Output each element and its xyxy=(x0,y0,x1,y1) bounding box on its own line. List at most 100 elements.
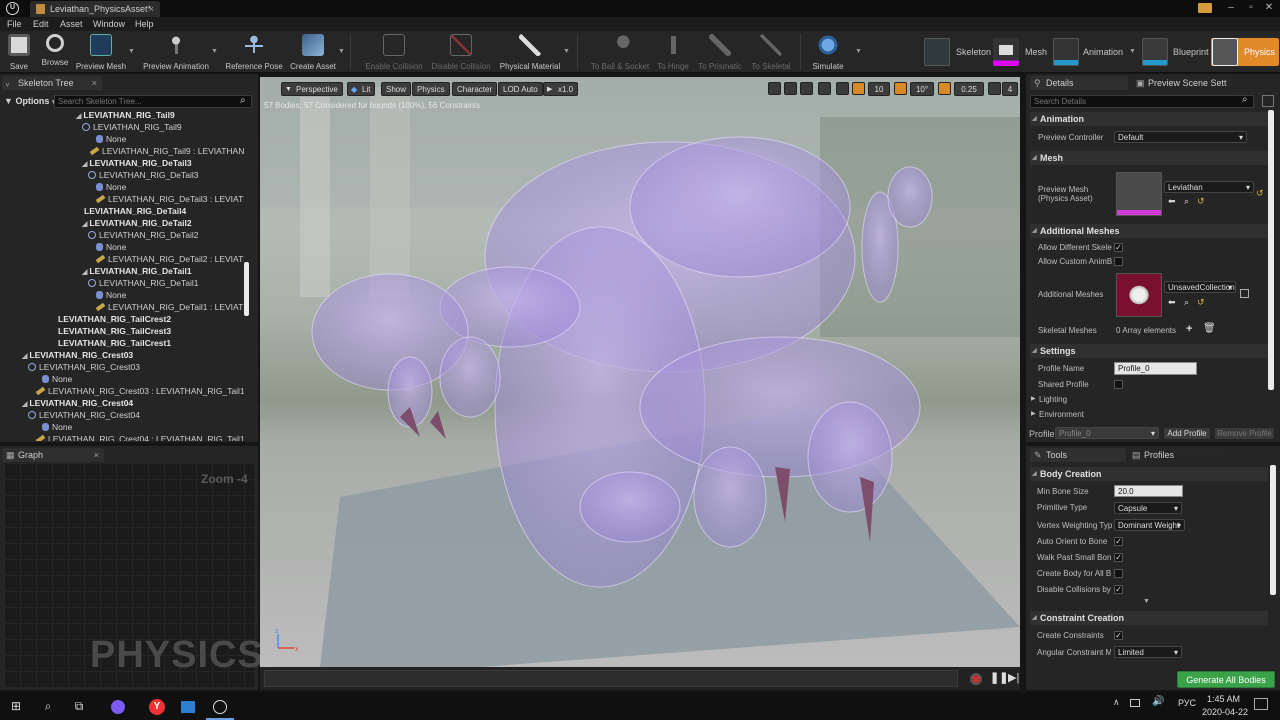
menu-window[interactable]: Window xyxy=(93,17,125,31)
mode-skeleton[interactable]: Skeleton xyxy=(922,38,992,66)
menu-help[interactable]: Help xyxy=(135,17,154,31)
tray-expand-icon[interactable]: ∧ xyxy=(1113,697,1120,708)
section-additional-meshes[interactable]: Additional Meshes xyxy=(1030,224,1268,238)
perspective-button[interactable]: ▼ Perspective xyxy=(281,82,343,96)
create-asset-button[interactable]: Create Asset xyxy=(288,32,338,72)
to-prismatic-button[interactable]: To Prismatic xyxy=(694,32,746,72)
animation-dropdown-icon[interactable]: ▼ xyxy=(1129,38,1136,66)
close-panel-icon[interactable]: × xyxy=(94,448,99,462)
tree-row[interactable]: None xyxy=(96,241,126,253)
walk-past-checkbox[interactable]: ✓ xyxy=(1114,553,1123,562)
scale-snap-icon[interactable] xyxy=(938,82,951,95)
to-ball-socket-button[interactable]: To Ball & Socket xyxy=(588,32,652,72)
language-indicator[interactable]: РУС xyxy=(1178,698,1196,708)
auto-orient-checkbox[interactable]: ✓ xyxy=(1114,537,1123,546)
assistant-icon[interactable] xyxy=(104,692,132,720)
reset-icon[interactable]: ↺ xyxy=(1197,196,1205,207)
min-bone-size-input[interactable] xyxy=(1114,485,1183,497)
tree-row[interactable]: LEVIATHAN_RIG_TailCrest1 xyxy=(56,337,171,349)
scale-snap-value[interactable]: 0.25 xyxy=(954,82,984,96)
app-icon[interactable] xyxy=(174,692,202,720)
tree-row[interactable]: LEVIATHAN_RIG_TailCrest2 xyxy=(56,313,171,325)
section-constraint-creation[interactable]: Constraint Creation xyxy=(1030,611,1268,625)
profiles-tab[interactable]: ▤ Profiles xyxy=(1128,448,1224,462)
mode-physics[interactable]: Physics xyxy=(1211,38,1279,66)
tools-tab[interactable]: ✎ Tools xyxy=(1030,448,1126,462)
save-button[interactable]: Save xyxy=(4,32,34,72)
vertex-weighting-combo[interactable]: Dominant Weight xyxy=(1114,519,1185,531)
notifications-icon[interactable] xyxy=(1254,698,1268,710)
rotate-icon[interactable] xyxy=(784,82,797,95)
volume-icon[interactable]: 🔊 xyxy=(1152,696,1164,707)
tree-row[interactable]: ◢ LEVIATHAN_RIG_DeTail2 xyxy=(82,217,192,229)
surface-snap-icon[interactable] xyxy=(836,82,849,95)
camera-speed-value[interactable]: 4 xyxy=(1002,82,1018,96)
tree-row[interactable]: None xyxy=(96,133,126,145)
mode-animation[interactable]: Animation ▼ xyxy=(1053,38,1143,66)
primitive-type-combo[interactable]: Capsule xyxy=(1114,502,1182,514)
task-view-icon[interactable]: ⧉ xyxy=(65,692,93,720)
reference-pose-button[interactable]: Reference Pose xyxy=(224,32,284,72)
details-tab[interactable]: ⚲ Details xyxy=(1030,76,1128,90)
preview-animation-button[interactable]: Preview Animation xyxy=(140,32,212,72)
tree-row[interactable]: LEVIATHAN_RIG_Tail9 : LEVIATHAN_F xyxy=(89,145,244,157)
reset-icon[interactable]: ↺ xyxy=(1197,297,1205,308)
section-settings[interactable]: Settings xyxy=(1030,344,1268,358)
details-search-input[interactable] xyxy=(1030,95,1254,108)
tree-row[interactable]: LEVIATHAN_RIG_DeTail2 : LEVIATH xyxy=(95,253,244,265)
tree-row[interactable]: LEVIATHAN_RIG_Crest03 xyxy=(28,361,140,373)
tree-row[interactable]: None xyxy=(42,373,72,385)
tree-row[interactable]: LEVIATHAN_RIG_DeTail4 xyxy=(82,205,186,217)
physical-material-button[interactable]: Physical Material xyxy=(496,32,564,72)
preview-mesh-dropdown-icon[interactable]: ▼ xyxy=(128,48,135,55)
playback-speed-button[interactable]: ▶ x1.0 xyxy=(543,82,579,96)
network-icon[interactable] xyxy=(1130,699,1140,707)
show-advanced-icon[interactable]: ▼ xyxy=(1143,598,1150,605)
grid-snap-icon[interactable] xyxy=(852,82,865,95)
property-matrix-icon[interactable] xyxy=(1262,95,1274,107)
tree-row[interactable]: ◢ LEVIATHAN_RIG_DeTail3 xyxy=(82,157,192,169)
lighting-group[interactable]: ▶ Lighting xyxy=(1030,395,1067,404)
preview-mesh-button[interactable]: Preview Mesh xyxy=(74,32,128,72)
rotation-snap-icon[interactable] xyxy=(894,82,907,95)
tree-row[interactable]: ◢ LEVIATHAN_RIG_Crest03 xyxy=(22,349,133,361)
section-mesh[interactable]: Mesh xyxy=(1030,151,1268,165)
tree-row[interactable]: None xyxy=(42,421,72,433)
preview-mesh-thumbnail[interactable] xyxy=(1116,172,1162,216)
tree-scrollbar[interactable] xyxy=(244,262,249,316)
browse-button[interactable]: Browse xyxy=(38,32,72,72)
close-panel-icon[interactable]: × xyxy=(92,76,97,90)
allow-custom-animbp-checkbox[interactable] xyxy=(1114,257,1123,266)
unreal-engine-taskbar-icon[interactable] xyxy=(206,692,234,720)
menu-asset[interactable]: Asset xyxy=(60,17,83,31)
preview-scene-settings-tab[interactable]: ▣ Preview Scene Sett xyxy=(1132,76,1232,90)
generate-all-bodies-button[interactable]: Generate All Bodies xyxy=(1177,671,1275,688)
pause-button[interactable]: ❚❚ xyxy=(990,671,1008,684)
tree-row[interactable]: LEVIATHAN_RIG_DeTail2 xyxy=(88,229,199,241)
tree-row[interactable]: LEVIATHAN_RIG_DeTail1 : LEVIATH xyxy=(95,301,244,313)
yandex-browser-icon[interactable]: Y xyxy=(143,692,171,720)
physical-material-dropdown-icon[interactable]: ▼ xyxy=(563,48,570,55)
show-button[interactable]: Show xyxy=(381,82,412,96)
clock-time[interactable]: 1:45 AM xyxy=(1207,694,1240,704)
create-body-all-checkbox[interactable] xyxy=(1114,569,1123,578)
step-forward-button[interactable]: ▶| xyxy=(1008,671,1019,684)
tree-row[interactable]: None xyxy=(96,181,126,193)
physics-view-button[interactable]: Physics xyxy=(412,82,450,96)
tree-row[interactable]: None xyxy=(96,289,126,301)
use-selected-icon[interactable]: ⬅ xyxy=(1168,297,1176,308)
browse-icon[interactable]: ⌕ xyxy=(1184,196,1189,207)
close-tab-icon[interactable]: × xyxy=(149,1,154,17)
skeleton-tree-tab[interactable]: ᵥ Skeleton Tree × xyxy=(2,76,102,90)
tree-row[interactable]: LEVIATHAN_RIG_Crest04 : LEVIATHAN_RIG_Ta… xyxy=(35,433,244,441)
tree-row[interactable]: LEVIATHAN_RIG_DeTail3 : LEVIATH xyxy=(95,193,244,205)
menu-file[interactable]: File xyxy=(7,17,22,31)
camera-speed-icon[interactable] xyxy=(988,82,1001,95)
world-icon[interactable] xyxy=(818,82,831,95)
to-hinge-button[interactable]: To Hinge xyxy=(654,32,692,72)
create-constraints-checkbox[interactable]: ✓ xyxy=(1114,631,1123,640)
section-body-creation[interactable]: Body Creation xyxy=(1030,467,1268,481)
search-icon[interactable]: ⌕ xyxy=(34,692,62,720)
character-button[interactable]: Character xyxy=(452,82,498,96)
simulate-button[interactable]: Simulate xyxy=(808,32,848,72)
